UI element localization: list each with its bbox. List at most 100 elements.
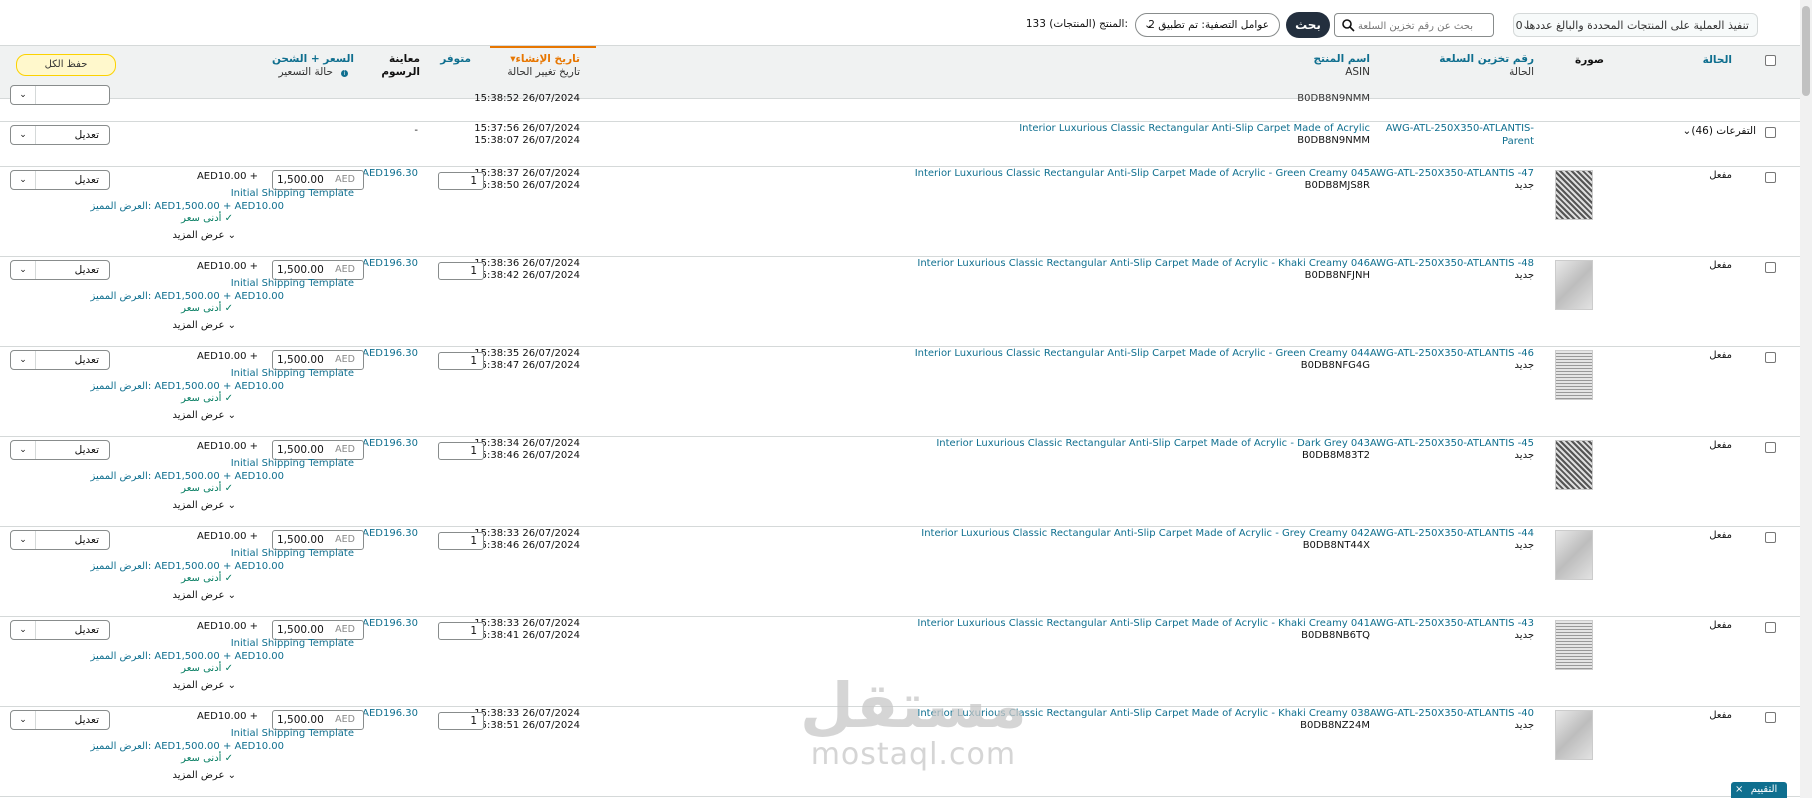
chevron-down-icon: ⌄	[11, 171, 36, 189]
quantity-input[interactable]: 1	[438, 442, 484, 460]
show-more-link[interactable]: عرض المزيد ⌄	[173, 500, 237, 511]
show-more-link[interactable]: عرض المزيد ⌄	[173, 770, 237, 781]
quantity-input[interactable]: 1	[438, 172, 484, 190]
price-input[interactable]: AED 1,500.00	[272, 440, 364, 460]
checkmark-icon: ✓	[224, 573, 233, 584]
sku-link[interactable]: AWG-ATL-250X350-ATLANTIS -48	[1370, 258, 1534, 271]
variations-toggle[interactable]: ⌄التفرعات (46)	[1679, 125, 1756, 138]
edit-dropdown[interactable]: ⌄ تعديل	[10, 710, 110, 730]
price-input[interactable]: AED 1,500.00	[272, 710, 364, 730]
sku-link[interactable]: AWG-ATL-250X350-ATLANTIS -47	[1370, 168, 1534, 181]
product-name-link[interactable]: Interior Luxurious Classic Rectangular A…	[936, 438, 1370, 451]
row-checkbox[interactable]	[1765, 622, 1776, 633]
bulk-action-dropdown[interactable]: ⌄ تنفيذ العملية على المنتجات المحددة والب…	[1513, 13, 1758, 37]
shipping-template-link[interactable]: Initial Shipping Template	[231, 278, 354, 291]
edit-dropdown[interactable]: ⌄ تعديل	[10, 350, 110, 370]
header-sku[interactable]: رقم تخزين السلعة الحالة	[1439, 53, 1534, 79]
edit-dropdown[interactable]: ⌄ تعديل	[10, 440, 110, 460]
product-thumbnail[interactable]	[1555, 260, 1593, 310]
product-thumbnail[interactable]	[1555, 530, 1593, 580]
product-thumbnail[interactable]	[1555, 350, 1593, 400]
quantity-input[interactable]: 1	[438, 262, 484, 280]
price-input[interactable]: AED 1,500.00	[272, 350, 364, 370]
edit-dropdown[interactable]: ⌄ تعديل	[10, 260, 110, 280]
product-thumbnail[interactable]	[1555, 620, 1593, 670]
changed-date: 15:38:41 26/07/2024	[474, 630, 580, 641]
show-more-link[interactable]: عرض المزيد ⌄	[173, 320, 237, 331]
product-thumbnail[interactable]	[1555, 170, 1593, 220]
edit-dropdown[interactable]: ⌄ تعديل	[10, 125, 110, 145]
search-button[interactable]: بحث	[1286, 12, 1330, 38]
fee-preview-link[interactable]: AED196.30	[362, 168, 418, 181]
show-more-link[interactable]: عرض المزيد ⌄	[173, 680, 237, 691]
product-name-link[interactable]: Interior Luxurious Classic Rectangular A…	[1019, 123, 1370, 136]
price-input[interactable]: AED 1,500.00	[272, 260, 364, 280]
row-checkbox[interactable]	[1765, 712, 1776, 723]
show-more-link[interactable]: عرض المزيد ⌄	[173, 590, 237, 601]
fee-preview-link[interactable]: AED196.30	[362, 258, 418, 271]
price-input[interactable]: AED 1,500.00	[272, 530, 364, 550]
featured-offer: العرض المميز: AED1,500.00 + AED10.00	[90, 741, 284, 754]
price-input[interactable]: AED 1,500.00	[272, 170, 364, 190]
row-checkbox[interactable]	[1765, 262, 1776, 273]
show-more-link[interactable]: عرض المزيد ⌄	[173, 410, 237, 421]
shipping-template-link[interactable]: Initial Shipping Template	[231, 548, 354, 561]
fee-preview-link[interactable]: AED196.30	[362, 708, 418, 721]
created-date: 15:38:34 26/07/2024	[474, 438, 580, 449]
row-checkbox[interactable]	[1765, 442, 1776, 453]
search-box[interactable]	[1334, 13, 1494, 37]
shipping-template-link[interactable]: Initial Shipping Template	[231, 638, 354, 651]
edit-dropdown[interactable]: ⌄ تعديل	[10, 530, 110, 550]
header-available[interactable]: متوفر	[440, 53, 471, 66]
shipping-template-link[interactable]: Initial Shipping Template	[231, 458, 354, 471]
sku-link[interactable]: AWG-ATL-250X350-ATLANTIS-Parent	[1384, 123, 1534, 148]
row-checkbox[interactable]	[1765, 532, 1776, 543]
header-status[interactable]: الحالة	[1703, 54, 1732, 67]
sku-link[interactable]: AWG-ATL-250X350-ATLANTIS -43	[1370, 618, 1534, 631]
quantity-input[interactable]: 1	[438, 622, 484, 640]
header-created-date[interactable]: ▾تاريخ الإنشاء تاريخ تغيير الحالة	[507, 53, 580, 79]
lowest-price: أدنى سعر ✓	[181, 663, 233, 676]
product-name-link[interactable]: Interior Luxurious Classic Rectangular A…	[915, 348, 1370, 361]
fee-preview-link[interactable]: AED196.30	[362, 528, 418, 541]
shipping-template-link[interactable]: Initial Shipping Template	[231, 188, 354, 201]
scrollbar[interactable]	[1800, 0, 1812, 798]
fee-preview-link[interactable]: AED196.30	[362, 348, 418, 361]
sku-link[interactable]: AWG-ATL-250X350-ATLANTIS -46	[1370, 348, 1534, 361]
feedback-tab[interactable]: × التقييم	[1731, 782, 1787, 798]
product-name-link[interactable]: Interior Luxurious Classic Rectangular A…	[917, 258, 1370, 271]
sku-link[interactable]: AWG-ATL-250X350-ATLANTIS -40	[1370, 708, 1534, 721]
sku-link[interactable]: AWG-ATL-250X350-ATLANTIS -45	[1370, 438, 1534, 451]
quantity-input[interactable]: 1	[438, 532, 484, 550]
header-product-name[interactable]: اسم المنتج ASIN	[1313, 53, 1370, 79]
scrollbar-thumb[interactable]	[1802, 6, 1810, 96]
edit-dropdown[interactable]: ⌄ تعديل	[10, 170, 110, 190]
edit-dropdown[interactable]: ⌄ تعديل	[10, 620, 110, 640]
fee-preview-link[interactable]: AED196.30	[362, 438, 418, 451]
product-name-link[interactable]: Interior Luxurious Classic Rectangular A…	[921, 528, 1370, 541]
quantity-input[interactable]: 1	[438, 352, 484, 370]
featured-offer: العرض المميز: AED1,500.00 + AED10.00	[90, 291, 284, 304]
header-price-shipping[interactable]: السعر + الشحن حالة التسعير i	[272, 53, 354, 79]
product-thumbnail[interactable]	[1555, 440, 1593, 490]
quantity-input[interactable]: 1	[438, 712, 484, 730]
search-input[interactable]	[1341, 15, 1475, 37]
row-checkbox[interactable]	[1765, 172, 1776, 183]
show-more-link[interactable]: عرض المزيد ⌄	[173, 230, 237, 241]
product-name-link[interactable]: Interior Luxurious Classic Rectangular A…	[915, 168, 1370, 181]
row-checkbox[interactable]	[1765, 352, 1776, 363]
fee-preview-link[interactable]: AED196.30	[362, 618, 418, 631]
sku-link[interactable]: AWG-ATL-250X350-ATLANTIS -44	[1370, 528, 1534, 541]
close-icon[interactable]: ×	[1735, 782, 1743, 798]
row-checkbox[interactable]	[1765, 127, 1776, 138]
filters-dropdown[interactable]: ⌄ عوامل التصفية: تم تطبيق 2	[1135, 13, 1280, 37]
shipping-template-link[interactable]: Initial Shipping Template	[231, 368, 354, 381]
product-name-link[interactable]: Interior Luxurious Classic Rectangular A…	[917, 618, 1370, 631]
select-all-checkbox[interactable]	[1765, 55, 1776, 66]
save-all-button[interactable]: حفظ الكل	[16, 54, 116, 76]
edit-dropdown[interactable]: ⌄	[10, 85, 110, 105]
info-icon[interactable]: i	[341, 70, 348, 77]
shipping-template-link[interactable]: Initial Shipping Template	[231, 728, 354, 741]
price-input[interactable]: AED 1,500.00	[272, 620, 364, 640]
product-thumbnail[interactable]	[1555, 710, 1593, 760]
